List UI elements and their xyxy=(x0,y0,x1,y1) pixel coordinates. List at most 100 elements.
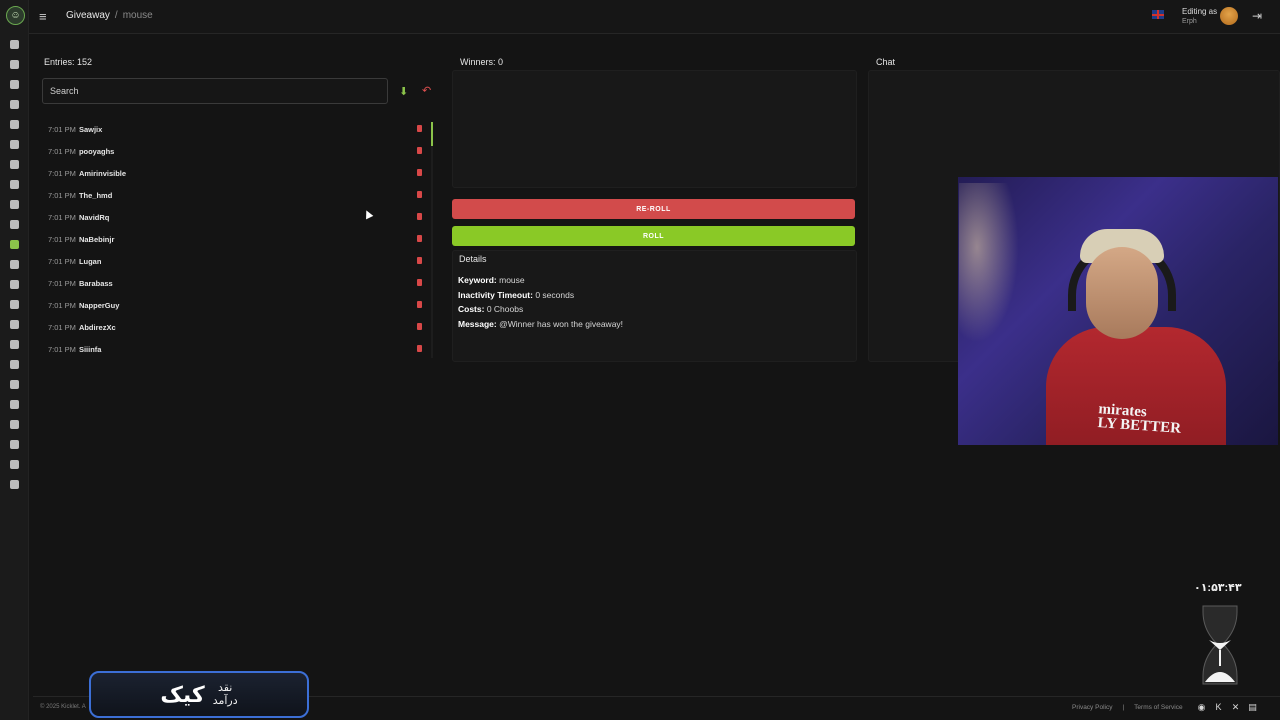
star-icon-glyph xyxy=(9,219,19,229)
entry-time: 7:01 PM xyxy=(48,234,76,244)
wallet-icon[interactable] xyxy=(0,474,28,494)
hammer-icon[interactable] xyxy=(0,94,28,114)
entry-row[interactable]: 7:01 PM Sawjix xyxy=(42,118,432,140)
webcam-face xyxy=(1086,247,1158,339)
kicklet-logo-icon[interactable]: ☺ xyxy=(6,6,25,25)
entry-row[interactable]: 7:01 PM Siiinfa xyxy=(42,338,432,360)
discord-icon[interactable]: ◉ xyxy=(1196,702,1207,712)
gift-icon-glyph xyxy=(9,239,19,249)
breadcrumb-giveaway[interactable]: Giveaway xyxy=(66,10,110,21)
chart-icon[interactable] xyxy=(0,294,28,314)
entries-scrollbar[interactable] xyxy=(431,122,433,358)
detail-inactivity: Inactivity Timeout: 0 seconds xyxy=(458,290,574,300)
entry-time: 7:01 PM xyxy=(48,322,76,332)
link-icon-glyph xyxy=(9,279,19,289)
video-icon[interactable] xyxy=(0,314,28,334)
clapper-icon-glyph xyxy=(9,379,19,389)
delete-entry-icon[interactable] xyxy=(417,169,422,176)
clock-icon[interactable] xyxy=(0,134,28,154)
clapper-icon[interactable] xyxy=(0,374,28,394)
banner-line1: نقد xyxy=(217,681,233,694)
document-icon[interactable] xyxy=(0,54,28,74)
kick-icon[interactable]: K xyxy=(1213,702,1224,712)
breadcrumb-separator: / xyxy=(114,10,118,21)
details-title: Details xyxy=(459,254,487,264)
entries-scroll-thumb[interactable] xyxy=(431,122,433,146)
entry-name: NapperGuy xyxy=(78,300,120,310)
download-icon[interactable]: ⬇ xyxy=(399,85,408,98)
delete-entry-icon[interactable] xyxy=(417,279,422,286)
delete-entry-icon[interactable] xyxy=(417,191,422,198)
emoji-icon[interactable] xyxy=(0,354,28,374)
monitor-icon[interactable] xyxy=(0,414,28,434)
entry-name: pooyaghs xyxy=(78,146,115,156)
music-icon-glyph xyxy=(9,199,19,209)
costs-label: Costs: xyxy=(458,304,485,314)
editing-user: Erph xyxy=(1182,18,1197,25)
search-input[interactable] xyxy=(42,78,388,104)
delete-entry-icon[interactable] xyxy=(417,323,422,330)
menu-icon[interactable]: ≡ xyxy=(39,9,47,24)
entry-name: The_hmd xyxy=(78,190,113,200)
reset-icon[interactable]: ↶ xyxy=(422,84,431,97)
privacy-link[interactable]: Privacy Policy xyxy=(1072,704,1112,711)
tools-icon[interactable] xyxy=(0,74,28,94)
shield-icon[interactable] xyxy=(0,154,28,174)
delete-entry-icon[interactable] xyxy=(417,301,422,308)
delete-entry-icon[interactable] xyxy=(417,235,422,242)
entry-row[interactable]: 7:01 PM pooyaghs xyxy=(42,140,432,162)
entry-row[interactable]: 7:01 PM Lugan xyxy=(42,250,432,272)
docs-icon[interactable]: ▤ xyxy=(1247,702,1258,712)
delete-entry-icon[interactable] xyxy=(417,147,422,154)
entry-row[interactable]: 7:01 PM NapperGuy xyxy=(42,294,432,316)
entry-row[interactable]: 7:01 PM NaBebinjr xyxy=(42,228,432,250)
avatar[interactable] xyxy=(1220,7,1238,25)
search-icon[interactable] xyxy=(0,434,28,454)
banner-line2: درآمد xyxy=(212,694,238,707)
gamepad-icon-glyph xyxy=(9,459,19,469)
music-icon[interactable] xyxy=(0,194,28,214)
cart-icon[interactable] xyxy=(0,254,28,274)
search-icon-glyph xyxy=(9,439,19,449)
entry-name: Lugan xyxy=(78,256,102,266)
entry-list: 7:01 PM Sawjix 7:01 PM pooyaghs 7:01 PM Amiri… xyxy=(42,118,432,362)
entry-name: NavidRq xyxy=(78,212,110,222)
entry-row[interactable]: 7:01 PM Amirinvisible xyxy=(42,162,432,184)
entry-row[interactable]: 7:01 PM The_hmd xyxy=(42,184,432,206)
roll-button[interactable]: ROLL xyxy=(452,226,855,246)
entry-row[interactable]: 7:01 PM NavidRq xyxy=(42,206,432,228)
entry-row[interactable]: 7:01 PM AbdirezXc xyxy=(42,316,432,338)
logout-icon[interactable]: ⇥ xyxy=(1252,9,1262,23)
delete-entry-icon[interactable] xyxy=(417,213,422,220)
terms-link[interactable]: Terms of Service xyxy=(1134,704,1182,711)
breadcrumb: Giveaway / mouse xyxy=(66,10,153,21)
link-icon[interactable] xyxy=(0,274,28,294)
chart-icon-glyph xyxy=(9,299,19,309)
keyword-value: mouse xyxy=(499,275,525,285)
gift-icon[interactable] xyxy=(0,234,28,254)
star-icon[interactable] xyxy=(0,214,28,234)
x-icon[interactable]: ✕ xyxy=(1230,702,1241,712)
clock-icon-glyph xyxy=(9,139,19,149)
delete-entry-icon[interactable] xyxy=(417,345,422,352)
editing-as: Editing as Erph xyxy=(1182,7,1217,27)
reroll-button[interactable]: RE-ROLL xyxy=(452,199,855,219)
entry-name: Amirinvisible xyxy=(78,168,127,178)
message-label: Message: xyxy=(458,319,497,329)
delete-entry-icon[interactable] xyxy=(417,257,422,264)
entry-row[interactable]: 7:01 PM Barabass xyxy=(42,272,432,294)
entry-time: 7:01 PM xyxy=(48,190,76,200)
delete-entry-icon[interactable] xyxy=(417,125,422,132)
message-icon[interactable] xyxy=(0,394,28,414)
entry-time: 7:01 PM xyxy=(48,278,76,288)
box-icon[interactable] xyxy=(0,334,28,354)
entry-name: NaBebinjr xyxy=(78,234,115,244)
winners-title: Winners: 0 xyxy=(460,57,504,67)
entry-time: 7:01 PM xyxy=(48,212,76,222)
dashboard-icon[interactable] xyxy=(0,34,28,54)
chat-icon[interactable] xyxy=(0,114,28,134)
warning-icon[interactable] xyxy=(0,174,28,194)
cart-icon-glyph xyxy=(9,259,19,269)
uk-flag-icon[interactable] xyxy=(1152,10,1164,19)
gamepad-icon[interactable] xyxy=(0,454,28,474)
